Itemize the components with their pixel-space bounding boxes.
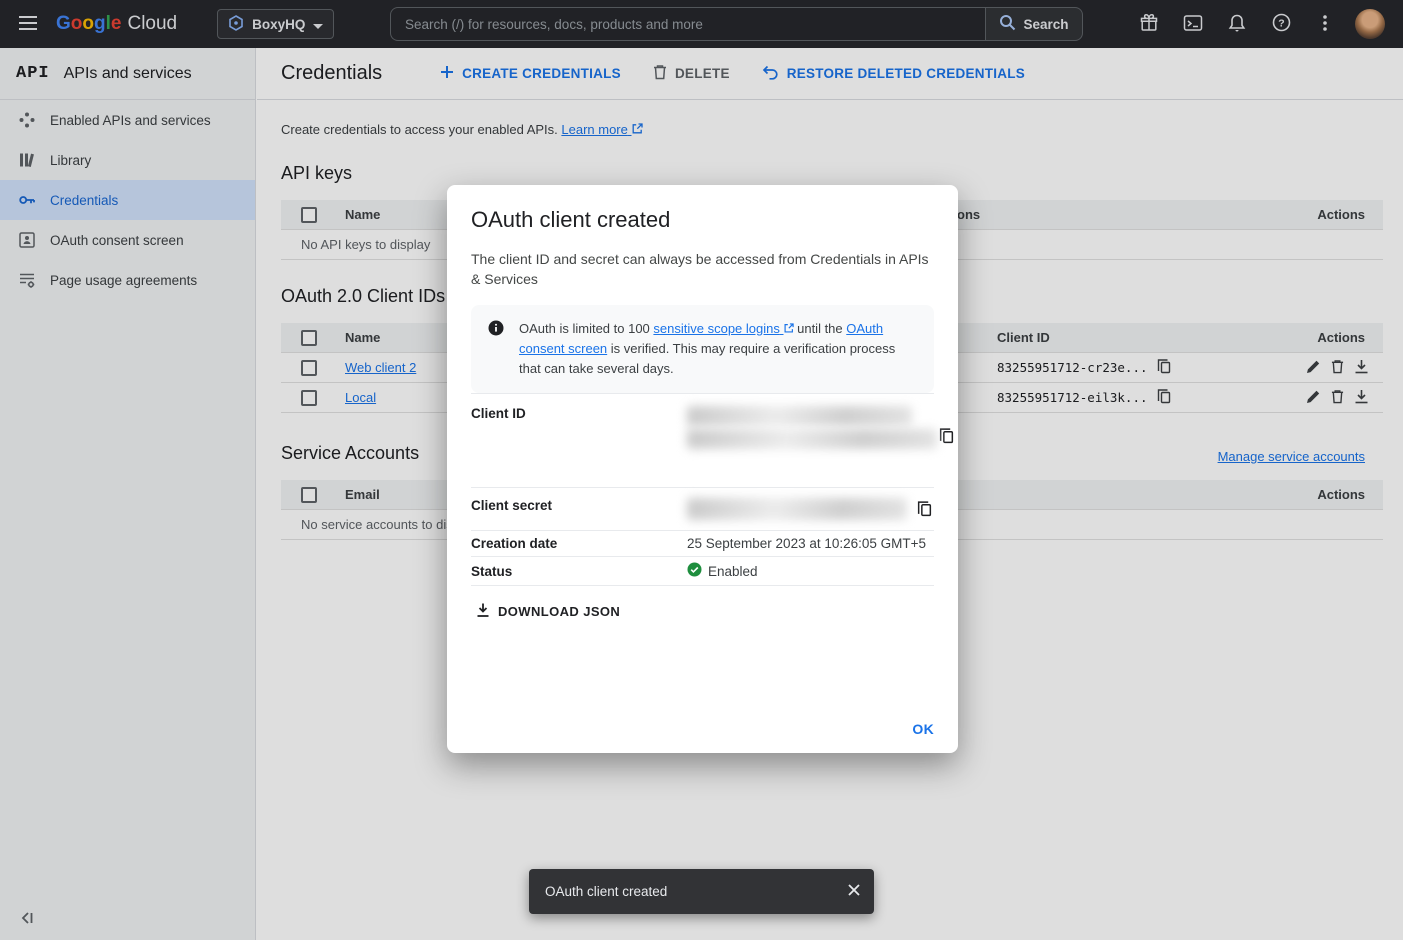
client-id-redacted-value [687, 406, 937, 449]
snackbar: OAuth client created [529, 869, 874, 914]
external-link-icon [784, 321, 794, 336]
ok-button[interactable]: OK [912, 721, 934, 737]
status-row: Status Enabled [471, 556, 934, 586]
oauth-client-created-dialog: OAuth client created The client ID and s… [447, 185, 958, 753]
client-id-row: Client ID [471, 393, 934, 487]
creation-date-value: 25 September 2023 at 10:26:05 GMT+5 [687, 536, 926, 551]
dialog-title: OAuth client created [471, 207, 934, 233]
copy-icon [939, 427, 954, 447]
close-icon [847, 883, 861, 900]
client-secret-row: Client secret [471, 487, 934, 530]
creation-date-row: Creation date 25 September 2023 at 10:26… [471, 530, 934, 556]
download-icon [475, 602, 491, 621]
client-secret-label: Client secret [471, 498, 687, 522]
download-json-button[interactable]: DOWNLOAD JSON [471, 596, 624, 627]
sensitive-scope-logins-link[interactable]: sensitive scope logins [653, 321, 793, 336]
oauth-limit-notice: OAuth is limited to 100 sensitive scope … [471, 305, 934, 393]
copy-client-id-button[interactable] [937, 425, 956, 449]
dialog-body-text: The client ID and secret can always be a… [471, 249, 934, 289]
snackbar-message: OAuth client created [545, 884, 667, 899]
creation-date-label: Creation date [471, 536, 687, 551]
status-check-icon [687, 562, 702, 580]
status-label: Status [471, 564, 687, 579]
status-value: Enabled [708, 564, 758, 579]
info-icon [487, 319, 505, 379]
notice-text: OAuth is limited to 100 sensitive scope … [519, 319, 918, 379]
client-id-label: Client ID [471, 406, 687, 449]
copy-client-secret-button[interactable] [915, 498, 934, 522]
google-cloud-console: GoogleCloud BoxyHQ Search ? API APIs and… [0, 0, 1403, 940]
copy-icon [917, 500, 932, 520]
snackbar-close-button[interactable] [834, 872, 874, 912]
client-secret-redacted-value [687, 498, 907, 522]
